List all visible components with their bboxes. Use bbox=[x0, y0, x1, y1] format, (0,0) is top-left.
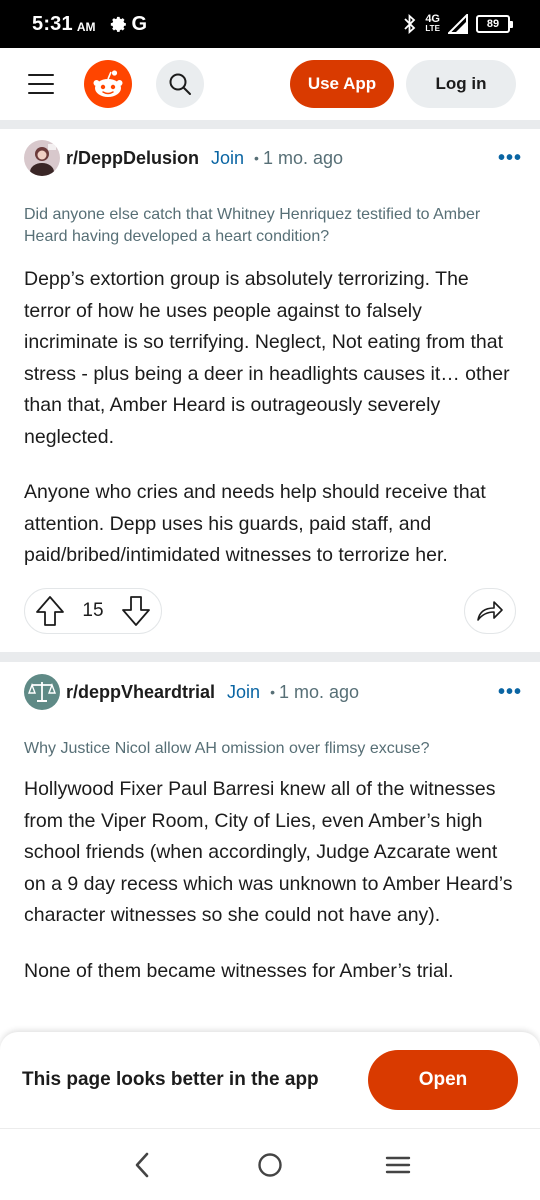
join-link[interactable]: Join bbox=[211, 148, 244, 169]
subreddit-name[interactable]: r/deppVheardtrial bbox=[66, 682, 215, 703]
battery-icon: 89 bbox=[476, 15, 513, 33]
divider bbox=[0, 120, 540, 129]
status-bar: 5:31 AM G 4G LTE 89 bbox=[0, 0, 540, 48]
more-options-icon[interactable]: ••• bbox=[498, 681, 522, 704]
reddit-snoo-icon bbox=[93, 70, 123, 97]
post-actions: 15 bbox=[24, 587, 516, 634]
scales-icon bbox=[24, 674, 60, 710]
open-app-button[interactable]: Open bbox=[368, 1050, 518, 1110]
back-icon bbox=[135, 1152, 149, 1177]
recents-button[interactable] bbox=[378, 1145, 418, 1185]
avatar-image bbox=[24, 140, 60, 176]
post-body: Depp’s extortion group is absolutely ter… bbox=[24, 264, 516, 572]
banner-text: This page looks better in the app bbox=[22, 1069, 319, 1090]
system-nav-bar bbox=[0, 1128, 540, 1200]
post-card[interactable]: r/DeppDelusion Join • 1 mo. ago ••• Did … bbox=[0, 138, 540, 634]
back-button[interactable] bbox=[122, 1145, 162, 1185]
post-paragraph: Hollywood Fixer Paul Barresi knew all of… bbox=[24, 778, 513, 926]
use-app-button[interactable]: Use App bbox=[290, 60, 394, 108]
clock-ampm: AM bbox=[76, 20, 96, 34]
subreddit-name[interactable]: r/DeppDelusion bbox=[66, 148, 199, 169]
subreddit-avatar[interactable] bbox=[24, 140, 60, 176]
post-header: r/deppVheardtrial Join • 1 mo. ago ••• bbox=[24, 672, 521, 712]
post-age: 1 mo. ago bbox=[278, 681, 360, 702]
post-title[interactable]: Did anyone else catch that Whitney Henri… bbox=[24, 204, 516, 248]
gear-icon bbox=[110, 16, 126, 32]
share-icon bbox=[477, 600, 503, 621]
recents-icon bbox=[385, 1156, 411, 1173]
search-icon bbox=[169, 73, 191, 95]
search-button[interactable] bbox=[156, 60, 204, 108]
separator-dot: • bbox=[270, 684, 275, 700]
subreddit-avatar[interactable] bbox=[24, 674, 60, 710]
separator-dot: • bbox=[254, 150, 259, 166]
top-header: Use App Log in bbox=[0, 48, 540, 120]
home-button[interactable] bbox=[250, 1145, 290, 1185]
divider bbox=[0, 652, 540, 662]
post-header: r/DeppDelusion Join • 1 mo. ago ••• bbox=[24, 138, 521, 178]
upvote-icon[interactable] bbox=[35, 595, 65, 627]
vote-control: 15 bbox=[24, 587, 162, 634]
clock: 5:31 bbox=[32, 12, 73, 35]
reddit-logo[interactable] bbox=[84, 60, 132, 108]
post-paragraph: None of them became witnesses for Amber’… bbox=[24, 959, 454, 982]
vote-score: 15 bbox=[82, 599, 104, 621]
network-type: 4G LTE bbox=[425, 13, 440, 34]
post-age: 1 mo. ago bbox=[262, 147, 344, 168]
post-paragraph: Depp’s extortion group is absolutely ter… bbox=[24, 268, 510, 448]
post-paragraph: Anyone who cries and needs help should r… bbox=[24, 481, 486, 566]
home-icon bbox=[258, 1152, 282, 1177]
more-options-icon[interactable]: ••• bbox=[498, 147, 522, 170]
signal-icon bbox=[448, 14, 468, 34]
login-button[interactable]: Log in bbox=[406, 60, 516, 108]
post-card[interactable]: r/deppVheardtrial Join • 1 mo. ago ••• W… bbox=[0, 672, 540, 987]
share-button[interactable] bbox=[464, 587, 516, 634]
join-link[interactable]: Join bbox=[227, 682, 260, 703]
bluetooth-icon bbox=[404, 14, 416, 34]
post-body: Hollywood Fixer Paul Barresi knew all of… bbox=[24, 774, 516, 987]
downvote-icon[interactable] bbox=[121, 595, 151, 627]
google-icon: G bbox=[131, 12, 148, 35]
post-title[interactable]: Why Justice Nicol allow AH omission over… bbox=[24, 738, 516, 760]
menu-icon[interactable] bbox=[28, 74, 54, 94]
app-banner: This page looks better in the app Open bbox=[0, 1032, 540, 1128]
